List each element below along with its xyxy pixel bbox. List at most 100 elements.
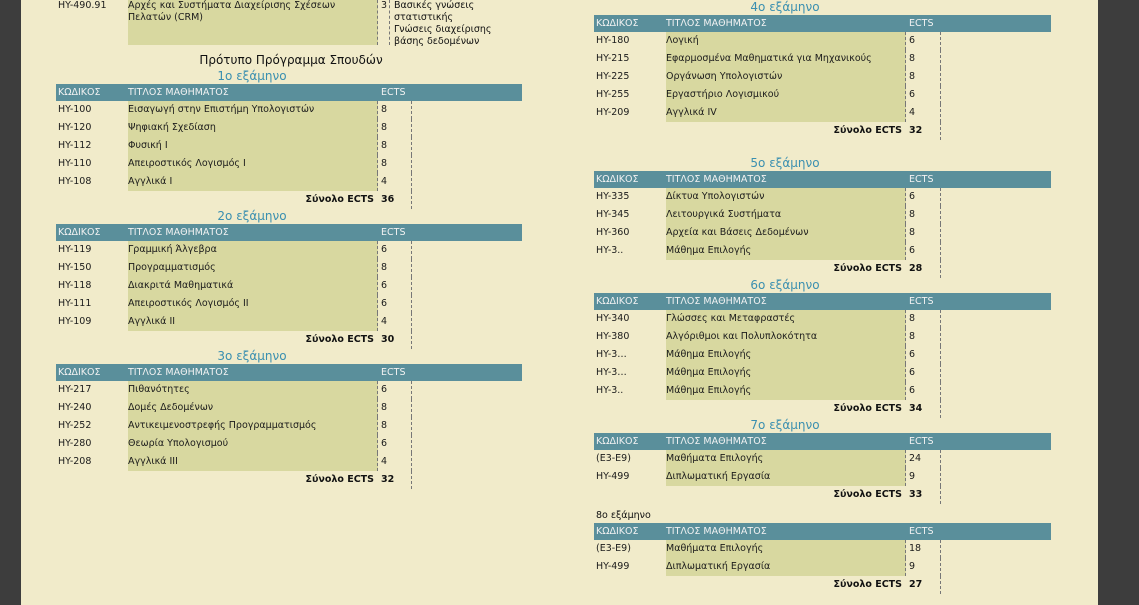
course-title: Οργάνωση Υπολογιστών: [666, 68, 906, 86]
course-code: HY-380: [596, 331, 630, 342]
semester-total: Σύνολο ECTS 33: [594, 486, 1064, 504]
table-header: ΚΩΔΙΚΟΣ ΤΙΤΛΟΣ ΜΑΘΗΜΑΤΟΣ ECTS: [56, 224, 522, 241]
course-row: HY-280 Θεωρία Υπολογισμού 6: [56, 435, 526, 453]
semester-total: Σύνολο ECTS 28: [594, 260, 1064, 278]
course-ects: 8: [906, 206, 941, 224]
prereq-line: βάσης δεδομένων: [394, 36, 480, 47]
header-ects: ECTS: [381, 367, 406, 378]
semester-label: 8ο εξάμηνο: [596, 510, 651, 521]
course-code: HY-110: [58, 158, 92, 169]
header-title: ΤΙΤΛΟΣ ΜΑΘΗΜΑΤΟΣ: [666, 436, 767, 447]
header-title: ΤΙΤΛΟΣ ΜΑΘΗΜΑΤΟΣ: [128, 367, 229, 378]
course-row: HY-119 Γραμμική Άλγεβρα 6: [56, 241, 526, 259]
course-code: (Ε3-Ε9): [596, 543, 631, 554]
course-row: HY-225 Οργάνωση Υπολογιστών 8: [594, 68, 1064, 86]
course-title: Λογική: [666, 32, 906, 50]
header-ects: ECTS: [381, 227, 406, 238]
semester-label: 6ο εξάμηνο: [750, 278, 820, 292]
course-code: HY-118: [58, 280, 92, 291]
course-title: Αγγλικά IV: [666, 104, 906, 122]
total-value: 32: [906, 122, 941, 140]
course-code: HY-255: [596, 89, 630, 100]
table-header: ΚΩΔΙΚΟΣ ΤΙΤΛΟΣ ΜΑΘΗΜΑΤΟΣ ECTS: [56, 84, 522, 101]
course-row: HY-109 Αγγλικά ΙΙ 4: [56, 313, 526, 331]
document-page: HY-490.91 Αρχές και Συστήματα Διαχείριση…: [21, 0, 1098, 605]
course-ects: 3: [378, 0, 390, 45]
semester-3: 3ο εξάμηνο ΚΩΔΙΚΟΣ ΤΙΤΛΟΣ ΜΑΘΗΜΑΤΟΣ ECTS HY-…: [56, 349, 526, 489]
table-header: ΚΩΔΙΚΟΣ ΤΙΤΛΟΣ ΜΑΘΗΜΑΤΟΣ ECTS: [594, 15, 1051, 32]
course-code: HY-109: [58, 316, 92, 327]
header-ects: ECTS: [909, 174, 934, 185]
course-code: HY-3..: [596, 385, 624, 396]
course-row: HY-118 Διακριτά Μαθηματικά 6: [56, 277, 526, 295]
course-code: HY-499: [596, 471, 630, 482]
course-ects: 4: [378, 313, 412, 331]
course-code: HY-499: [596, 561, 630, 572]
course-ects: 4: [378, 453, 412, 471]
semester-2: 2ο εξάμηνο ΚΩΔΙΚΟΣ ΤΙΤΛΟΣ ΜΑΘΗΜΑΤΟΣ ECTS HY-…: [56, 209, 526, 349]
course-title: Αλγόριθμοι και Πολυπλοκότητα: [666, 328, 906, 346]
total-label: Σύνολο ECTS: [833, 125, 902, 136]
course-row: HY-3.. Μάθημα Επιλογής 6: [594, 382, 1064, 400]
total-value: 36: [378, 191, 412, 209]
course-title: Προγραμματισμός: [128, 259, 378, 277]
course-title: Αντικειμενοστρεφής Προγραμματισμός: [128, 417, 378, 435]
course-code: (Ε3-Ε9): [596, 453, 631, 464]
course-ects: 8: [378, 101, 412, 119]
table-header: ΚΩΔΙΚΟΣ ΤΙΤΛΟΣ ΜΑΘΗΜΑΤΟΣ ECTS: [594, 433, 1051, 450]
header-title: ΤΙΤΛΟΣ ΜΑΘΗΜΑΤΟΣ: [666, 526, 767, 537]
semester-7: 7ο εξάμηνο ΚΩΔΙΚΟΣ ΤΙΤΛΟΣ ΜΑΘΗΜΑΤΟΣ ECTS (Ε3…: [594, 418, 1064, 504]
header-title: ΤΙΤΛΟΣ ΜΑΘΗΜΑΤΟΣ: [666, 296, 767, 307]
course-row: HY-150 Προγραμματισμός 8: [56, 259, 526, 277]
header-code: ΚΩΔΙΚΟΣ: [596, 296, 639, 307]
course-title: Διακριτά Μαθηματικά: [128, 277, 378, 295]
course-title: Μάθημα Επιλογής: [666, 382, 906, 400]
course-ects: 9: [906, 558, 941, 576]
course-title: Αρχεία και Βάσεις Δεδομένων: [666, 224, 906, 242]
course-row: HY-3.. Μάθημα Επιλογής 6: [594, 242, 1064, 260]
course-ects: 6: [906, 346, 941, 364]
semester-total: Σύνολο ECTS 32: [56, 471, 526, 489]
course-code: HY-150: [58, 262, 92, 273]
course-row: HY-345 Λειτουργικά Συστήματα 8: [594, 206, 1064, 224]
course-title: Διπλωματική Εργασία: [666, 468, 906, 486]
course-code: HY-360: [596, 227, 630, 238]
course-code: HY-215: [596, 53, 630, 64]
course-title: Λειτουργικά Συστήματα: [666, 206, 906, 224]
course-row: HY-108 Αγγλικά Ι4: [56, 173, 526, 191]
course-code: HY-111: [58, 298, 92, 309]
course-title: Δίκτυα Υπολογιστών: [666, 188, 906, 206]
prereq-line: Βασικές γνώσεις: [394, 0, 475, 11]
course-row: HY-380 Αλγόριθμοι και Πολυπλοκότητα 8: [594, 328, 1064, 346]
course-code: HY-208: [58, 456, 92, 467]
header-code: ΚΩΔΙΚΟΣ: [58, 367, 101, 378]
course-title: Εφαρμοσμένα Μαθηματικά για Μηχανικούς: [666, 50, 906, 68]
course-title: Μαθήματα Επιλογής: [666, 540, 906, 558]
course-code: HY-112: [58, 140, 92, 151]
table-header: ΚΩΔΙΚΟΣ ΤΙΤΛΟΣ ΜΑΘΗΜΑΤΟΣ ECTS: [56, 364, 522, 381]
course-title: Θεωρία Υπολογισμού: [128, 435, 378, 453]
total-label: Σύνολο ECTS: [305, 334, 374, 345]
course-code: HY-240: [58, 402, 92, 413]
total-value: 28: [906, 260, 941, 278]
semester-6: 6ο εξάμηνο ΚΩΔΙΚΟΣ ΤΙΤΛΟΣ ΜΑΘΗΜΑΤΟΣ ECTS HY-…: [594, 278, 1064, 418]
course-title: Φυσική Ι: [128, 137, 378, 155]
course-title: Εργαστήριο Λογισμικού: [666, 86, 906, 104]
course-ects: 8: [378, 155, 412, 173]
course-title: Απειροστικός Λογισμός ΙΙ: [128, 295, 378, 313]
course-ects: 8: [378, 399, 412, 417]
header-ects: ECTS: [381, 87, 406, 98]
course-code: HY-119: [58, 244, 92, 255]
semester-label: 2ο εξάμηνο: [217, 209, 287, 223]
table-header: ΚΩΔΙΚΟΣ ΤΙΤΛΟΣ ΜΑΘΗΜΑΤΟΣ ECTS: [594, 523, 1051, 540]
course-row: HY-215 Εφαρμοσμένα Μαθηματικά για Μηχανικ…: [594, 50, 1064, 68]
total-value: 30: [378, 331, 412, 349]
course-ects: 6: [906, 364, 941, 382]
header-title: ΤΙΤΛΟΣ ΜΑΘΗΜΑΤΟΣ: [666, 18, 767, 29]
course-ects: 6: [378, 277, 412, 295]
semester-4: 4ο εξάμηνο ΚΩΔΙΚΟΣ ΤΙΤΛΟΣ ΜΑΘΗΜΑΤΟΣ ECTS HY-…: [594, 0, 1064, 140]
course-ects: 6: [906, 242, 941, 260]
course-ects: 4: [906, 104, 941, 122]
header-code: ΚΩΔΙΚΟΣ: [596, 526, 639, 537]
right-column: 4ο εξάμηνο ΚΩΔΙΚΟΣ ΤΙΤΛΟΣ ΜΑΘΗΜΑΤΟΣ ECTS HY-…: [594, 0, 1064, 594]
